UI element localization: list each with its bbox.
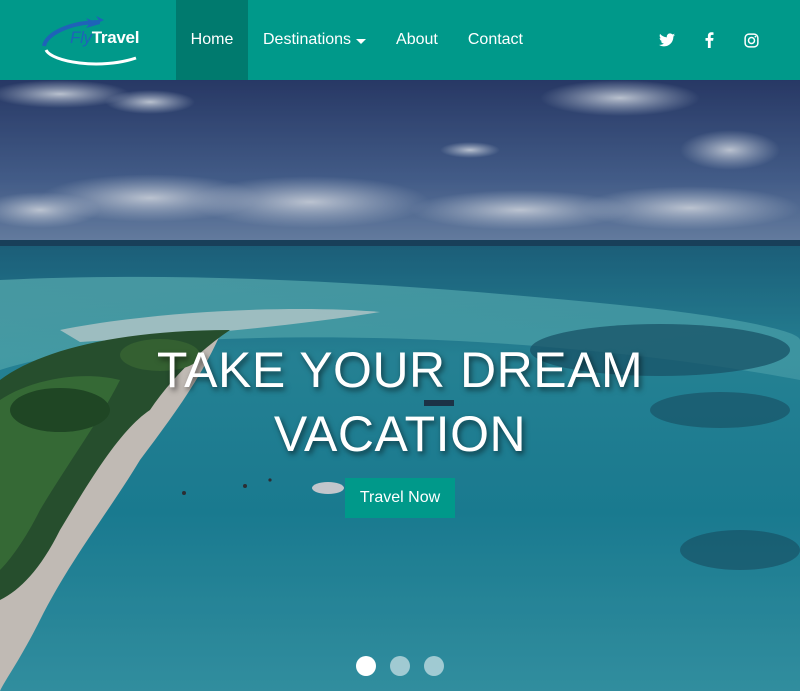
nav-item-label: Home bbox=[190, 31, 234, 48]
facebook-icon[interactable] bbox=[688, 20, 730, 60]
carousel-indicators bbox=[0, 656, 800, 676]
main-nav: Home Destinations About Contact bbox=[176, 0, 538, 80]
logo-travel-text: Travel bbox=[91, 28, 140, 47]
hero-title-line1: TAKE YOUR DREAM bbox=[156, 342, 644, 398]
nav-item-label: Contact bbox=[467, 31, 523, 48]
nav-item-label: Destinations bbox=[263, 31, 352, 48]
carousel-dot-3[interactable] bbox=[424, 656, 444, 676]
carousel-dot-2[interactable] bbox=[390, 656, 410, 676]
nav-item-label: About bbox=[396, 31, 438, 48]
travel-now-button[interactable]: Travel Now bbox=[345, 478, 455, 518]
hero-title: TAKE YOUR DREAM VACATION bbox=[0, 338, 800, 466]
carousel-dot-1[interactable] bbox=[356, 656, 376, 676]
fly-travel-logo[interactable]: FlyTravel bbox=[40, 12, 160, 68]
logo-fly-text: Fly bbox=[70, 28, 92, 47]
nav-item-contact[interactable]: Contact bbox=[453, 0, 538, 80]
top-navbar: FlyTravel Home Destinations About Contac… bbox=[0, 0, 800, 80]
social-links bbox=[646, 0, 772, 80]
instagram-icon[interactable] bbox=[730, 20, 772, 60]
hero-carousel: TAKE YOUR DREAM VACATION Travel Now bbox=[0, 80, 800, 691]
nav-item-about[interactable]: About bbox=[381, 0, 453, 80]
twitter-icon[interactable] bbox=[646, 20, 688, 60]
caret-down-icon bbox=[356, 38, 367, 44]
nav-item-destinations[interactable]: Destinations bbox=[248, 0, 381, 80]
nav-item-home[interactable]: Home bbox=[176, 0, 248, 80]
hero-title-line2: VACATION bbox=[273, 406, 527, 462]
logo-wordmark: FlyTravel bbox=[70, 28, 139, 48]
